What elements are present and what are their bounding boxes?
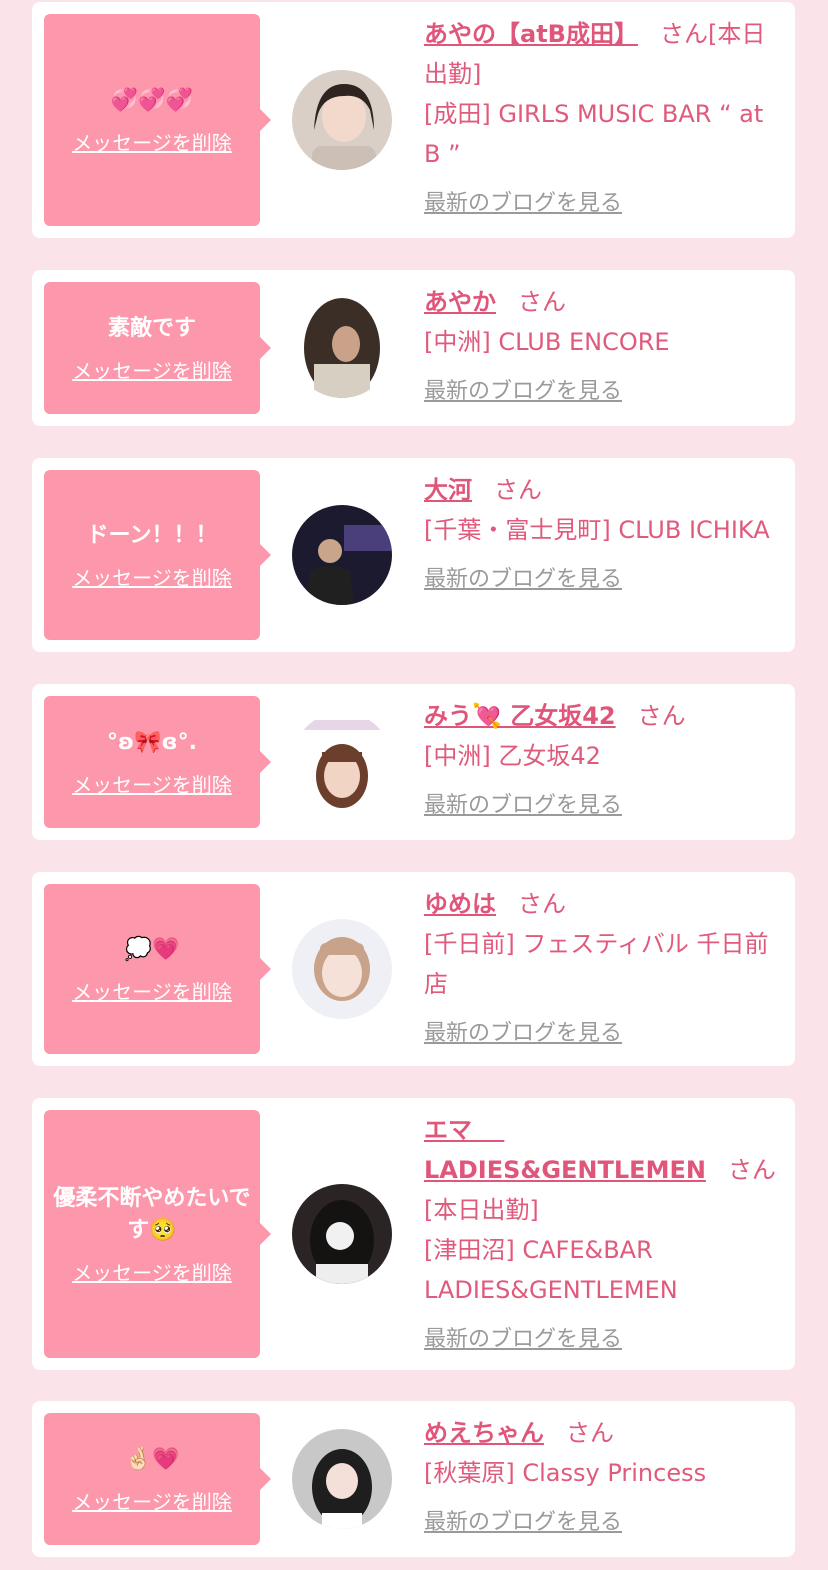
- status-text: [本日出勤]: [424, 1196, 539, 1224]
- cast-name-link[interactable]: めえちゃん: [424, 1419, 544, 1447]
- shop-info: [秋葉原] Classy Princess: [424, 1459, 707, 1487]
- cast-info: エマ LADIES&GENTLEMEN さん [本日出勤] [津田沼] CAFE&…: [424, 1110, 781, 1360]
- cast-name-link[interactable]: あやの【atB成田】: [424, 20, 638, 48]
- shop-info: [中洲] 乙女坂42: [424, 742, 601, 770]
- shop-info: [中洲] CLUB ENCORE: [424, 328, 670, 356]
- message-card: 🤞🏻💗 メッセージを削除 めえちゃん さん [秋葉原] Classy Prince…: [32, 1401, 795, 1557]
- shop-info: [津田沼] CAFE&BAR LADIES&GENTLEMEN: [424, 1236, 678, 1304]
- message-bubble: ドーン！！！ メッセージを削除: [44, 470, 271, 640]
- avatar[interactable]: [292, 1184, 392, 1284]
- latest-blog-link[interactable]: 最新のブログを見る: [424, 786, 781, 826]
- message-text: 優柔不断やめたいです🥺: [53, 1185, 251, 1243]
- cast-info: あやの【atB成田】 さん[本日出勤] [成田] GIRLS MUSIC BAR …: [424, 14, 781, 224]
- cast-name-link[interactable]: あやか: [424, 288, 496, 316]
- message-text: 素敵です: [107, 315, 196, 341]
- latest-blog-link[interactable]: 最新のブログを見る: [424, 1014, 781, 1054]
- honorific: さん: [518, 890, 566, 918]
- message-card: 素敵です メッセージを削除 あやか さん [中洲] CLUB ENCORE 最新の…: [32, 270, 795, 426]
- avatar[interactable]: [292, 712, 392, 812]
- latest-blog-link[interactable]: 最新のブログを見る: [424, 184, 781, 224]
- cast-name-link[interactable]: みう💘 乙女坂42: [424, 702, 616, 730]
- cast-name-link[interactable]: 大河: [424, 476, 472, 504]
- delete-message-link[interactable]: メッセージを削除: [72, 355, 232, 384]
- latest-blog-link[interactable]: 最新のブログを見る: [424, 1320, 781, 1360]
- message-card: 💞💞💞 メッセージを削除 あやの【atB成田】 さん[本日出勤] [成田] GIR…: [32, 2, 795, 238]
- message-bubble: 💞💞💞 メッセージを削除: [44, 14, 271, 226]
- shop-info: [千葉・富士見町] CLUB ICHIKA: [424, 516, 770, 544]
- message-bubble: 優柔不断やめたいです🥺 メッセージを削除: [44, 1110, 271, 1358]
- message-bubble: 💭💗 メッセージを削除: [44, 884, 271, 1054]
- honorific: さん: [494, 476, 542, 504]
- message-bubble: °ʚ🎀ɞ°. メッセージを削除: [44, 696, 271, 828]
- message-bubble: 素敵です メッセージを削除: [44, 282, 271, 414]
- honorific: さん: [659, 20, 708, 48]
- delete-message-link[interactable]: メッセージを削除: [72, 127, 232, 156]
- cast-info: ゆめは さん [千日前] フェスティバル 千日前店 最新のブログを見る: [424, 884, 781, 1054]
- message-card: 💭💗 メッセージを削除 ゆめは さん [千日前] フェスティバル 千日前店 最新の…: [32, 872, 795, 1066]
- message-text: 💭💗: [124, 936, 180, 962]
- shop-info: [成田] GIRLS MUSIC BAR “ at B ”: [424, 100, 764, 168]
- message-card: °ʚ🎀ɞ°. メッセージを削除 みう💘 乙女坂42 さん [中洲] 乙女坂42 最…: [32, 684, 795, 840]
- delete-message-link[interactable]: メッセージを削除: [72, 769, 232, 798]
- message-list: 💞💞💞 メッセージを削除 あやの【atB成田】 さん[本日出勤] [成田] GIR…: [0, 0, 828, 1570]
- message-card: ドーン！！！ メッセージを削除 大河 さん [千葉・富士見町] CLUB ICHI…: [32, 458, 795, 652]
- message-text: °ʚ🎀ɞ°.: [107, 729, 197, 755]
- delete-message-link[interactable]: メッセージを削除: [72, 1257, 232, 1286]
- delete-message-link[interactable]: メッセージを削除: [72, 1486, 232, 1515]
- latest-blog-link[interactable]: 最新のブログを見る: [424, 560, 781, 600]
- message-card: 優柔不断やめたいです🥺 メッセージを削除 エマ LADIES&GENTLEMEN…: [32, 1098, 795, 1370]
- honorific: さん: [637, 702, 686, 730]
- message-text: 🤞🏻💗: [124, 1446, 180, 1472]
- message-text: 💞💞💞: [110, 87, 194, 113]
- honorific: さん: [566, 1419, 614, 1447]
- avatar[interactable]: [292, 505, 392, 605]
- latest-blog-link[interactable]: 最新のブログを見る: [424, 372, 781, 412]
- delete-message-link[interactable]: メッセージを削除: [72, 562, 232, 591]
- avatar[interactable]: [292, 298, 392, 398]
- cast-info: あやか さん [中洲] CLUB ENCORE 最新のブログを見る: [424, 282, 781, 412]
- delete-message-link[interactable]: メッセージを削除: [72, 976, 232, 1005]
- honorific: さん: [727, 1156, 776, 1184]
- cast-info: 大河 さん [千葉・富士見町] CLUB ICHIKA 最新のブログを見る: [424, 470, 781, 600]
- message-text: ドーン！！！: [86, 522, 218, 548]
- avatar[interactable]: [292, 1429, 392, 1529]
- avatar[interactable]: [292, 70, 392, 170]
- cast-name-link[interactable]: ゆめは: [424, 890, 496, 918]
- cast-info: みう💘 乙女坂42 さん [中洲] 乙女坂42 最新のブログを見る: [424, 696, 781, 826]
- shop-info: [千日前] フェスティバル 千日前店: [424, 930, 769, 998]
- honorific: さん: [518, 288, 566, 316]
- cast-info: めえちゃん さん [秋葉原] Classy Princess 最新のブログを見る: [424, 1413, 781, 1543]
- message-bubble: 🤞🏻💗 メッセージを削除: [44, 1413, 271, 1545]
- latest-blog-link[interactable]: 最新のブログを見る: [424, 1503, 781, 1543]
- cast-name-link[interactable]: エマ LADIES&GENTLEMEN: [424, 1116, 706, 1184]
- avatar[interactable]: [292, 919, 392, 1019]
